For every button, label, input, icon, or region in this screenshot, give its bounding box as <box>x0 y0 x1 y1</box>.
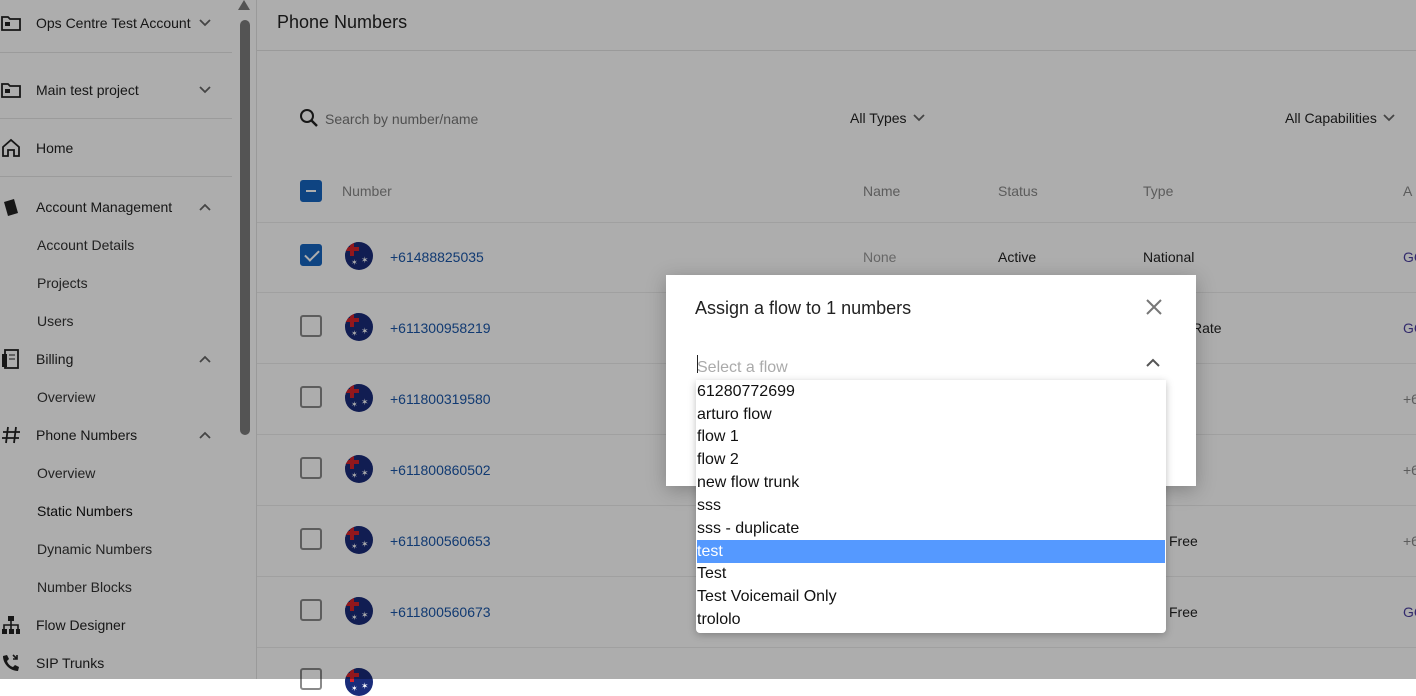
flow-option[interactable]: sss - duplicate <box>697 517 1165 540</box>
dialog-title: Assign a flow to 1 numbers <box>695 298 912 318</box>
close-icon[interactable] <box>1145 298 1163 316</box>
flow-option-highlighted[interactable]: test <box>697 540 1165 563</box>
flow-option[interactable]: flow 1 <box>697 425 1165 448</box>
chevron-up-icon[interactable] <box>1146 358 1160 368</box>
flow-options-list: 61280772699 arturo flow flow 1 flow 2 ne… <box>696 380 1166 633</box>
text-caret <box>697 355 698 373</box>
flow-option[interactable]: 61280772699 <box>697 380 1165 403</box>
flow-option[interactable]: Test <box>697 562 1165 585</box>
flow-option[interactable]: sss <box>697 494 1165 517</box>
flow-option[interactable]: Test Voicemail Only <box>697 585 1165 608</box>
flow-option[interactable]: trololo <box>697 608 1165 631</box>
flow-option[interactable]: arturo flow <box>697 403 1165 426</box>
flow-select-input[interactable] <box>697 353 1166 383</box>
flow-option[interactable]: flow 2 <box>697 448 1165 471</box>
flow-option[interactable]: new flow trunk <box>697 471 1165 494</box>
